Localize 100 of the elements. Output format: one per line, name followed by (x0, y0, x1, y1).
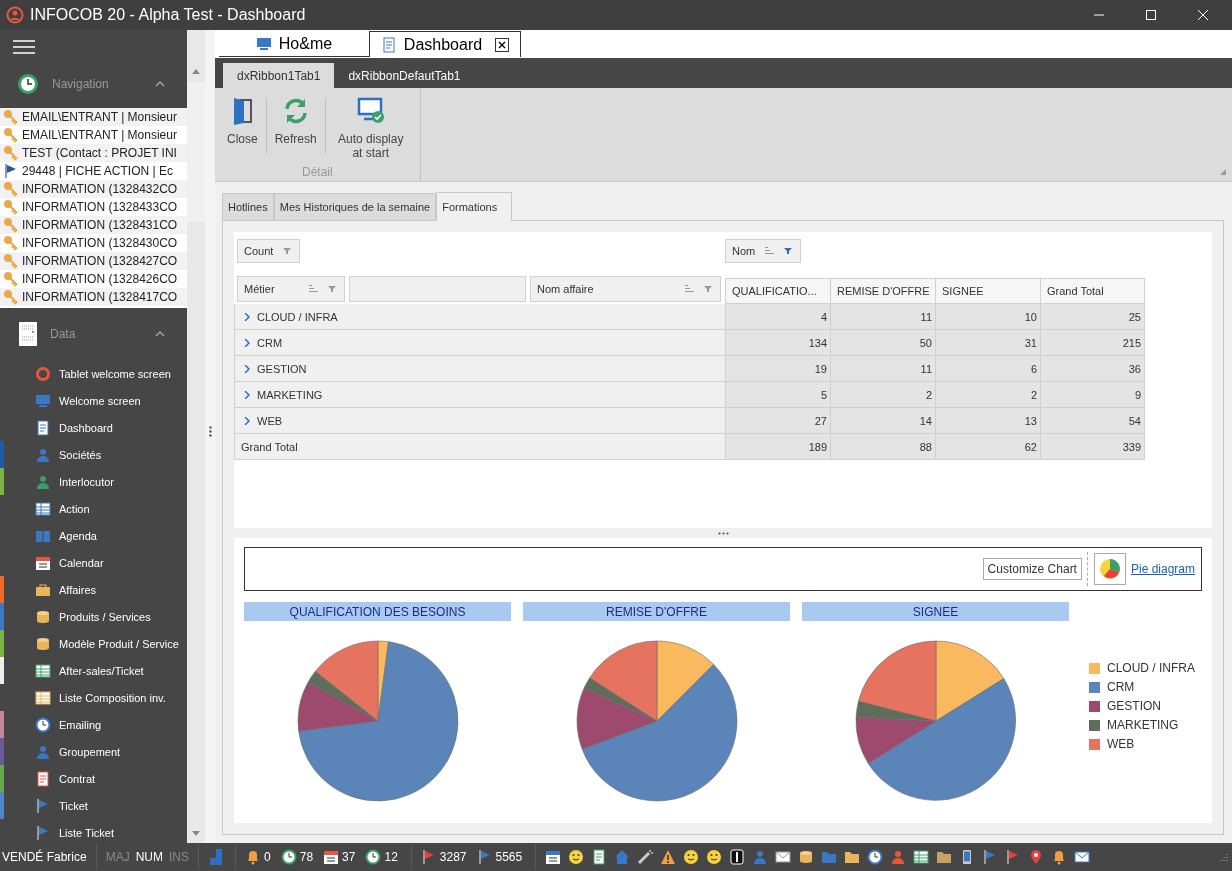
nav-item[interactable]: Action (0, 495, 187, 522)
expand-icon[interactable] (244, 364, 250, 373)
view-tab[interactable]: Formations (436, 192, 513, 221)
expand-icon[interactable] (244, 416, 250, 425)
calendar-icon[interactable] (323, 849, 340, 865)
close-icon[interactable] (1197, 9, 1209, 21)
smiley-icon[interactable] (683, 849, 700, 865)
scroll-up-icon[interactable] (192, 68, 200, 74)
collapse-icon[interactable] (155, 81, 165, 87)
history-item[interactable]: INFORMATION (1328430CO (0, 234, 187, 252)
ribbon-button[interactable]: Auto display at start (327, 96, 414, 160)
history-item[interactable]: INFORMATION (1328417CO (0, 288, 187, 306)
history-item[interactable]: INFORMATION (1328426CO (0, 270, 187, 288)
ribbon-tab[interactable]: dxRibbonDefautTab1 (334, 63, 475, 88)
scrollbar[interactable] (187, 30, 205, 843)
filter-icon[interactable] (283, 248, 292, 254)
nav-item[interactable]: Interlocutor (0, 468, 187, 495)
smiley-icon[interactable] (568, 849, 585, 865)
nav-item[interactable]: Liste Ticket (0, 819, 187, 846)
sort-icon[interactable] (685, 285, 694, 293)
nav-item[interactable]: Affaires (0, 576, 187, 603)
scroll-down-icon[interactable] (192, 831, 200, 837)
history-item[interactable]: 29448 | FICHE ACTION | Ec (0, 162, 187, 180)
history-item[interactable]: TEST (Contact : PROJET INI (0, 144, 187, 162)
view-tab[interactable]: Hotlines (222, 193, 274, 220)
column-header[interactable]: SIGNEE (935, 278, 1040, 304)
cursor-icon[interactable] (729, 849, 746, 865)
ribbon-tab[interactable]: dxRibbon1Tab1 (223, 63, 335, 88)
pie-chart-button[interactable] (1093, 553, 1126, 585)
expand-icon[interactable] (244, 312, 250, 321)
expand-icon[interactable] (244, 390, 250, 399)
column-header[interactable]: QUALIFICATIO... (725, 278, 830, 304)
document-icon[interactable] (591, 849, 608, 865)
ribbon-button[interactable]: Close (221, 96, 264, 146)
history-item[interactable]: EMAIL\ENTRANT | Monsieur (0, 126, 187, 144)
row-header[interactable]: CLOUD / INFRA (234, 304, 725, 330)
filter-icon[interactable] (784, 248, 793, 254)
row-field-chip[interactable]: Nom affaire (530, 276, 721, 302)
nav-item[interactable]: Tablet welcome screen (0, 360, 187, 387)
nav-item[interactable]: Dashboard (0, 414, 187, 441)
cylinder-icon[interactable] (798, 849, 815, 865)
nav-item[interactable]: Produits / Services (0, 603, 187, 630)
clock-icon[interactable] (280, 849, 297, 865)
nav-item[interactable]: Liste Composition inv. (0, 684, 187, 711)
envelope-icon[interactable] (1074, 849, 1091, 865)
document-tab[interactable]: Dashboard (369, 31, 521, 57)
row-header[interactable]: WEB (234, 408, 725, 434)
expand-icon[interactable] (244, 338, 250, 347)
nav-item[interactable]: Ticket (0, 792, 187, 819)
nav-item[interactable]: Agenda (0, 522, 187, 549)
column-field-chip[interactable]: Nom (725, 239, 802, 263)
collapse-icon[interactable] (155, 331, 165, 337)
nav-item[interactable]: Sociétés (0, 441, 187, 468)
wand-icon[interactable] (637, 849, 654, 865)
nav-item[interactable]: Welcome screen (0, 387, 187, 414)
row-header[interactable]: CRM (234, 330, 725, 356)
folder-icon[interactable] (936, 849, 953, 865)
sort-icon[interactable] (309, 285, 318, 293)
nav-item[interactable]: After-sales/Ticket (0, 657, 187, 684)
warning-icon[interactable] (660, 849, 677, 865)
nav-item[interactable]: Calendar (0, 549, 187, 576)
column-header[interactable]: Grand Total (1040, 278, 1145, 304)
calendar-icon[interactable] (545, 849, 562, 865)
scrollbar-thumb[interactable] (187, 82, 205, 222)
smiley-icon[interactable] (706, 849, 723, 865)
envelope-icon[interactable] (775, 849, 792, 865)
splitter-grip-icon[interactable] (717, 531, 729, 535)
ribbon-button[interactable]: Refresh (268, 96, 323, 146)
person-icon[interactable] (890, 849, 907, 865)
row-header[interactable]: GESTION (234, 356, 725, 382)
view-tab[interactable]: Mes Historiques de la semaine (273, 193, 437, 220)
folder-icon[interactable] (844, 849, 861, 865)
clock-icon[interactable] (867, 849, 884, 865)
column-header[interactable]: REMISE D'OFFRE (830, 278, 935, 304)
clock-icon[interactable] (365, 849, 382, 865)
nav-item[interactable]: Modèle Produit / Service (0, 630, 187, 657)
table-icon[interactable] (913, 849, 930, 865)
menu-icon[interactable] (13, 40, 35, 54)
document-tab[interactable]: Ho&me (219, 31, 369, 57)
pie-diagram-link[interactable]: Pie diagram (1130, 562, 1195, 576)
nav-item[interactable]: Emailing (0, 711, 187, 738)
row-header[interactable]: MARKETING (234, 382, 725, 408)
data-field-chip[interactable]: Count (237, 239, 301, 263)
nav-item[interactable]: Contrat (0, 765, 187, 792)
history-item[interactable]: INFORMATION (1328431CO (0, 216, 187, 234)
resize-grip-icon[interactable] (1220, 853, 1228, 861)
table-cell: 6 (935, 356, 1040, 382)
customize-chart-button[interactable]: Customize Chart (982, 558, 1082, 580)
filter-icon[interactable] (328, 286, 336, 292)
history-item[interactable]: INFORMATION (1328427CO (0, 252, 187, 270)
history-item[interactable]: INFORMATION (1328433CO (0, 198, 187, 216)
row-field-chip[interactable]: Métier (237, 276, 345, 302)
sort-icon[interactable] (765, 247, 775, 255)
history-item[interactable]: EMAIL\ENTRANT | Monsieur (0, 108, 187, 126)
splitter-grip-icon[interactable] (208, 426, 212, 437)
close-tab-icon[interactable] (495, 37, 510, 52)
maximize-icon[interactable] (1145, 9, 1157, 21)
filter-icon[interactable] (704, 286, 712, 292)
history-item[interactable]: INFORMATION (1328432CO (0, 180, 187, 198)
nav-item[interactable]: Groupement (0, 738, 187, 765)
